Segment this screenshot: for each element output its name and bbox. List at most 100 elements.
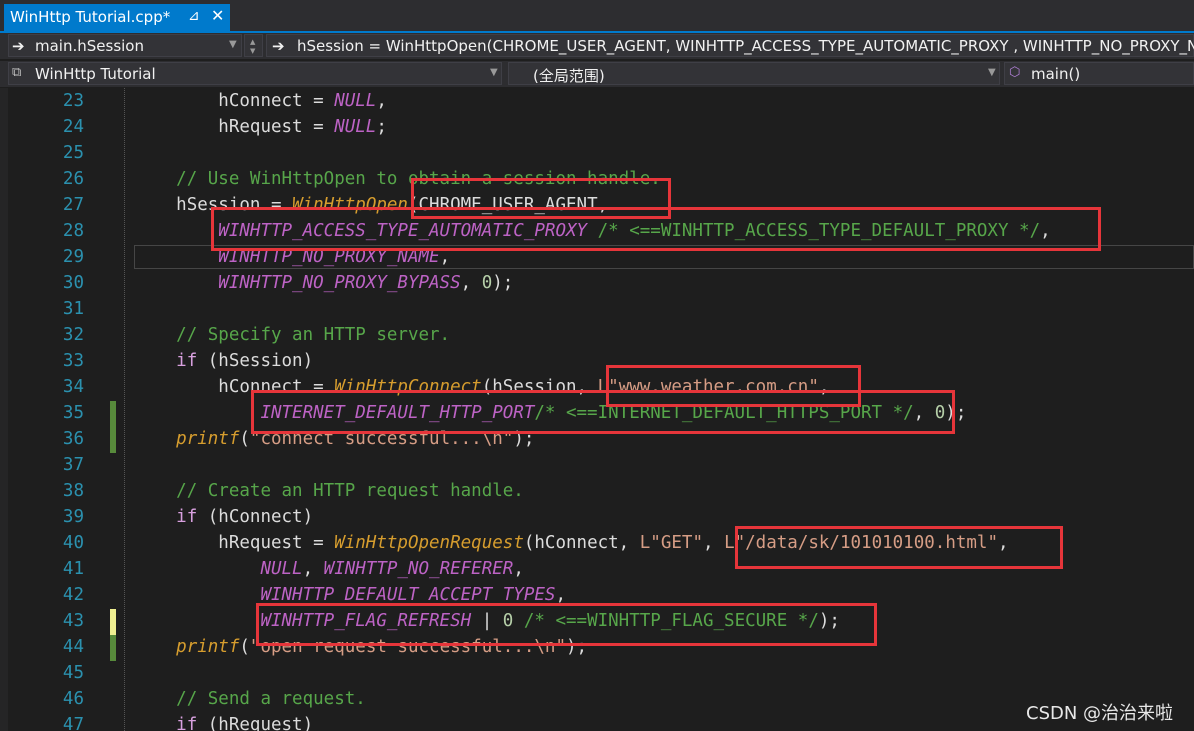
tab-winhttp-tutorial[interactable]: WinHttp Tutorial.cpp* ⊿ ✕ <box>4 4 230 31</box>
line-number: 27 <box>62 195 84 215</box>
function-dropdown[interactable]: ⬡ main() <box>1004 62 1194 85</box>
indentation <box>134 559 260 579</box>
spin-up-icon[interactable]: ▲ <box>250 38 255 46</box>
spin-down-icon[interactable]: ▼ <box>250 47 255 55</box>
code-token: // Create an HTTP request handle. <box>176 481 524 501</box>
project-icon: ⧉ <box>12 65 22 80</box>
code-token: ; <box>376 117 387 137</box>
code-token: // Specify an HTTP server. <box>176 325 451 345</box>
nav-spin-buttons[interactable]: ▲ ▼ <box>244 34 263 57</box>
code-text: if (hRequest) <box>134 712 313 731</box>
code-token: printf <box>176 429 240 449</box>
code-line[interactable]: 24 hRequest = NULL; <box>0 114 1194 140</box>
code-token: WINHTTP_DEFAULT_ACCEPT_TYPES <box>260 585 556 605</box>
code-token: WINHTTP_NO_REFERER <box>323 559 514 579</box>
chevron-down-icon: ▼ <box>490 67 498 78</box>
arrow-right-icon: ➔ <box>272 37 285 55</box>
indentation <box>134 273 218 293</box>
line-number: 25 <box>62 143 84 163</box>
line-number: 36 <box>62 429 84 449</box>
statement-dropdown[interactable]: ➔ hSession = WinHttpOpen(CHROME_USER_AGE… <box>266 34 1194 57</box>
code-token: // Send a request. <box>176 689 366 709</box>
indentation <box>134 91 218 111</box>
indentation <box>134 715 176 731</box>
indentation <box>134 481 176 501</box>
code-text: hConnect = NULL, <box>134 88 387 114</box>
code-line[interactable]: 46 // Send a request. <box>0 686 1194 712</box>
code-token: NULL <box>334 117 377 137</box>
function-dropdown-value: main() <box>1031 65 1081 83</box>
line-number: 44 <box>62 637 84 657</box>
project-dropdown-value: WinHttp Tutorial <box>35 65 156 83</box>
code-line[interactable]: 30 WINHTTP_NO_PROXY_BYPASS, 0); <box>0 270 1194 296</box>
code-line[interactable]: 38 // Create an HTTP request handle. <box>0 478 1194 504</box>
code-token: WINHTTP_NO_PROXY_BYPASS <box>218 273 461 293</box>
indentation <box>134 637 176 657</box>
indentation <box>134 403 260 423</box>
code-token: L"GET" <box>639 533 703 553</box>
line-number: 47 <box>62 715 84 731</box>
line-number: 30 <box>62 273 84 293</box>
indentation <box>134 533 218 553</box>
code-line[interactable]: 31 <box>0 296 1194 322</box>
member-dropdown[interactable]: ➔ main.hSession ▼ <box>8 34 242 57</box>
code-token: printf <box>176 637 240 657</box>
line-number: 45 <box>62 663 84 683</box>
line-number: 24 <box>62 117 84 137</box>
pin-icon[interactable]: ⊿ <box>188 8 200 24</box>
code-token: WinHttpOpenRequest <box>334 533 524 553</box>
code-line[interactable]: 23 hConnect = NULL, <box>0 88 1194 114</box>
line-number: 33 <box>62 351 84 371</box>
code-line[interactable]: 25 <box>0 140 1194 166</box>
code-text: WINHTTP_NO_PROXY_BYPASS, 0); <box>134 270 513 296</box>
code-token: ); <box>492 273 514 293</box>
highlight-box-access-type <box>211 207 1101 251</box>
code-token: NULL <box>334 91 377 111</box>
code-token: , <box>376 91 387 111</box>
code-token: , <box>555 585 566 605</box>
code-token: if <box>176 507 198 527</box>
line-number: 32 <box>62 325 84 345</box>
chevron-down-icon: ▼ <box>229 39 237 50</box>
line-number: 29 <box>62 247 84 267</box>
watermark: CSDN @治治来啦 <box>1026 703 1174 724</box>
close-icon[interactable]: ✕ <box>211 6 224 25</box>
document-tab-bar: WinHttp Tutorial.cpp* ⊿ ✕ <box>0 0 1194 32</box>
code-line[interactable]: 45 <box>0 660 1194 686</box>
arrow-right-icon: ➔ <box>12 37 25 55</box>
line-number: 43 <box>62 611 84 631</box>
line-number: 35 <box>62 403 84 423</box>
indentation <box>134 689 176 709</box>
line-number: 23 <box>62 91 84 111</box>
line-number: 40 <box>62 533 84 553</box>
project-dropdown[interactable]: ⧉ WinHttp Tutorial ▼ <box>8 62 502 85</box>
line-number: 26 <box>62 169 84 189</box>
scope-dropdown[interactable]: (全局范围) ▼ <box>508 62 1000 85</box>
code-token: (hRequest) <box>197 715 314 731</box>
code-line[interactable]: 32 // Specify an HTTP server. <box>0 322 1194 348</box>
indentation <box>134 611 260 631</box>
code-token: , <box>460 273 482 293</box>
code-text: if (hSession) <box>134 348 313 374</box>
line-number: 28 <box>62 221 84 241</box>
line-number: 41 <box>62 559 84 579</box>
scope-dropdown-value: (全局范围) <box>533 67 605 85</box>
indentation <box>134 507 176 527</box>
code-line[interactable]: 47 if (hRequest) <box>0 712 1194 731</box>
code-text: hRequest = NULL; <box>134 114 387 140</box>
indentation <box>134 247 218 267</box>
indentation <box>134 117 218 137</box>
code-editor[interactable]: 23 hConnect = NULL, 24 hRequest = NULL; 25… <box>0 88 1194 731</box>
code-token: , <box>702 533 725 553</box>
indentation <box>134 325 176 345</box>
code-token: hRequest = <box>218 117 335 137</box>
navigation-bar-bottom: ⧉ WinHttp Tutorial ▼ (全局范围) ▼ ⬡ main() <box>0 61 1194 87</box>
code-text: // Send a request. <box>134 686 366 712</box>
line-number: 31 <box>62 299 84 319</box>
code-token: if <box>176 715 198 731</box>
navigation-bar-top: ➔ main.hSession ▼ ▲ ▼ ➔ hSession = WinHt… <box>0 33 1194 59</box>
code-line[interactable]: 33 if (hSession) <box>0 348 1194 374</box>
line-number: 42 <box>62 585 84 605</box>
line-number: 34 <box>62 377 84 397</box>
code-line[interactable]: 37 <box>0 452 1194 478</box>
